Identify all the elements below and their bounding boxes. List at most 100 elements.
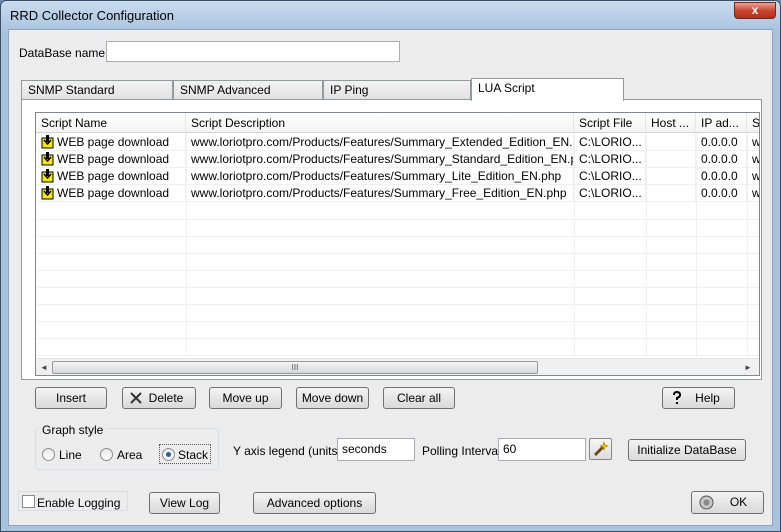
column-header-ip-address[interactable]: IP ad... xyxy=(696,113,747,133)
row-divider xyxy=(36,253,759,254)
enable-logging-label[interactable]: Enable Logging xyxy=(37,496,120,510)
cell-script-name: WEB page download xyxy=(36,185,186,202)
polling-interval-input[interactable]: 60 xyxy=(498,438,586,461)
y-axis-legend-label: Y axis legend (units) xyxy=(233,444,342,458)
tab-lua-script[interactable]: LUA Script xyxy=(471,78,624,101)
main-window: RRD Collector Configuration x DataBase n… xyxy=(0,0,781,532)
cell-ip-address: 0.0.0.0 xyxy=(696,168,747,185)
move-down-button[interactable]: Move down xyxy=(296,387,369,409)
cell-script-name: WEB page download xyxy=(36,134,186,151)
column-header-script-file[interactable]: Script File xyxy=(574,113,646,133)
cell-host xyxy=(646,168,696,185)
delete-button[interactable]: Delete xyxy=(122,387,196,409)
row-divider xyxy=(36,304,759,305)
cell-ip-address: 0.0.0.0 xyxy=(696,185,747,202)
ok-button[interactable]: OK xyxy=(691,491,764,514)
x-icon xyxy=(129,391,143,411)
horizontal-scrollbar[interactable]: ◄ III ► xyxy=(36,358,759,375)
cell-host xyxy=(646,134,696,151)
graph-style-title: Graph style xyxy=(39,423,107,437)
cell-s: w xyxy=(747,134,759,151)
move-up-button[interactable]: Move up xyxy=(209,387,282,409)
dialog-client-area: DataBase name SNMP Standard SNMP Advance… xyxy=(8,29,773,526)
database-name-label: DataBase name xyxy=(19,46,106,60)
cell-script-name: WEB page download xyxy=(36,168,186,185)
row-divider xyxy=(36,270,759,271)
cell-ip-address: 0.0.0.0 xyxy=(696,151,747,168)
y-axis-legend-input[interactable]: seconds xyxy=(337,438,415,461)
column-header-s[interactable]: S xyxy=(747,113,759,133)
column-header-host[interactable]: Host ... xyxy=(646,113,696,133)
script-name-text: WEB page download xyxy=(57,135,170,149)
cell-script-description: www.loriotpro.com/Products/Features/Summ… xyxy=(186,134,574,151)
cell-script-name: WEB page download xyxy=(36,151,186,168)
delete-label: Delete xyxy=(148,391,184,405)
cell-host xyxy=(646,151,696,168)
cell-s: w xyxy=(747,185,759,202)
table-row[interactable]: WEB page download www.loriotpro.com/Prod… xyxy=(36,185,759,202)
magic-wand-icon xyxy=(593,441,609,460)
initialize-database-button[interactable]: Initialize DataBase xyxy=(628,439,746,461)
cell-script-file: C:\LORIO... xyxy=(574,185,646,202)
ok-icon xyxy=(699,495,714,516)
cell-script-description: www.loriotpro.com/Products/Features/Summ… xyxy=(186,168,574,185)
cell-script-description: www.loriotpro.com/Products/Features/Summ… xyxy=(186,185,574,202)
script-name-text: WEB page download xyxy=(57,152,170,166)
row-divider xyxy=(36,355,759,356)
radio-line[interactable] xyxy=(42,448,55,461)
script-name-text: WEB page download xyxy=(57,169,170,183)
script-icon xyxy=(41,152,54,166)
cell-ip-address: 0.0.0.0 xyxy=(696,134,747,151)
radio-area-label[interactable]: Area xyxy=(117,448,142,462)
table-row[interactable]: WEB page download www.loriotpro.com/Prod… xyxy=(36,151,759,168)
radio-line-label[interactable]: Line xyxy=(59,448,82,462)
script-name-text: WEB page download xyxy=(57,186,170,200)
scrollbar-thumb[interactable]: III xyxy=(52,361,538,374)
advanced-options-button[interactable]: Advanced options xyxy=(253,492,376,514)
radio-stack-label[interactable]: Stack xyxy=(178,448,208,462)
scroll-right-icon[interactable]: ► xyxy=(741,360,755,375)
cell-script-file: C:\LORIO... xyxy=(574,168,646,185)
column-header-script-name[interactable]: Script Name xyxy=(36,113,186,133)
cell-host xyxy=(646,185,696,202)
script-icon xyxy=(41,169,54,183)
cell-s: w xyxy=(747,168,759,185)
row-divider xyxy=(36,287,759,288)
tab-ip-ping[interactable]: IP Ping xyxy=(323,80,471,100)
title-bar[interactable]: RRD Collector Configuration x xyxy=(1,1,780,29)
close-button[interactable]: x xyxy=(734,2,776,19)
cell-script-description: www.loriotpro.com/Products/Features/Summ… xyxy=(186,151,574,168)
row-divider xyxy=(36,219,759,220)
script-icon xyxy=(41,186,54,200)
row-divider xyxy=(36,338,759,339)
help-button[interactable]: Help xyxy=(662,387,735,409)
ok-label: OK xyxy=(729,495,748,509)
insert-button[interactable]: Insert xyxy=(35,387,107,409)
table-row[interactable]: WEB page download www.loriotpro.com/Prod… xyxy=(36,134,759,151)
wizard-button[interactable] xyxy=(589,438,612,460)
tab-snmp-advanced[interactable]: SNMP Advanced xyxy=(173,80,323,100)
radio-stack[interactable] xyxy=(162,448,175,461)
table-row[interactable]: WEB page download www.loriotpro.com/Prod… xyxy=(36,168,759,185)
radio-area[interactable] xyxy=(100,448,113,461)
cell-script-file: C:\LORIO... xyxy=(574,151,646,168)
script-icon xyxy=(41,135,54,149)
column-header-script-description[interactable]: Script Description xyxy=(186,113,574,133)
window-title: RRD Collector Configuration xyxy=(10,8,175,23)
clear-all-button[interactable]: Clear all xyxy=(383,387,455,409)
tab-snmp-standard[interactable]: SNMP Standard xyxy=(21,80,173,100)
cell-s: w xyxy=(747,151,759,168)
help-label: Help xyxy=(695,391,720,405)
database-name-input[interactable] xyxy=(106,41,400,62)
scroll-left-icon[interactable]: ◄ xyxy=(37,360,51,375)
script-list[interactable]: Script Name Script Description Script Fi… xyxy=(35,112,760,376)
row-divider xyxy=(36,236,759,237)
view-log-button[interactable]: View Log xyxy=(149,492,220,514)
tab-panel-lua-script: Script Name Script Description Script Fi… xyxy=(21,99,762,380)
enable-logging-checkbox[interactable] xyxy=(22,495,35,508)
row-divider xyxy=(36,321,759,322)
close-icon: x xyxy=(751,3,759,17)
question-icon xyxy=(672,390,682,411)
polling-interval-label: Polling Interval xyxy=(422,444,501,458)
cell-script-file: C:\LORIO... xyxy=(574,134,646,151)
